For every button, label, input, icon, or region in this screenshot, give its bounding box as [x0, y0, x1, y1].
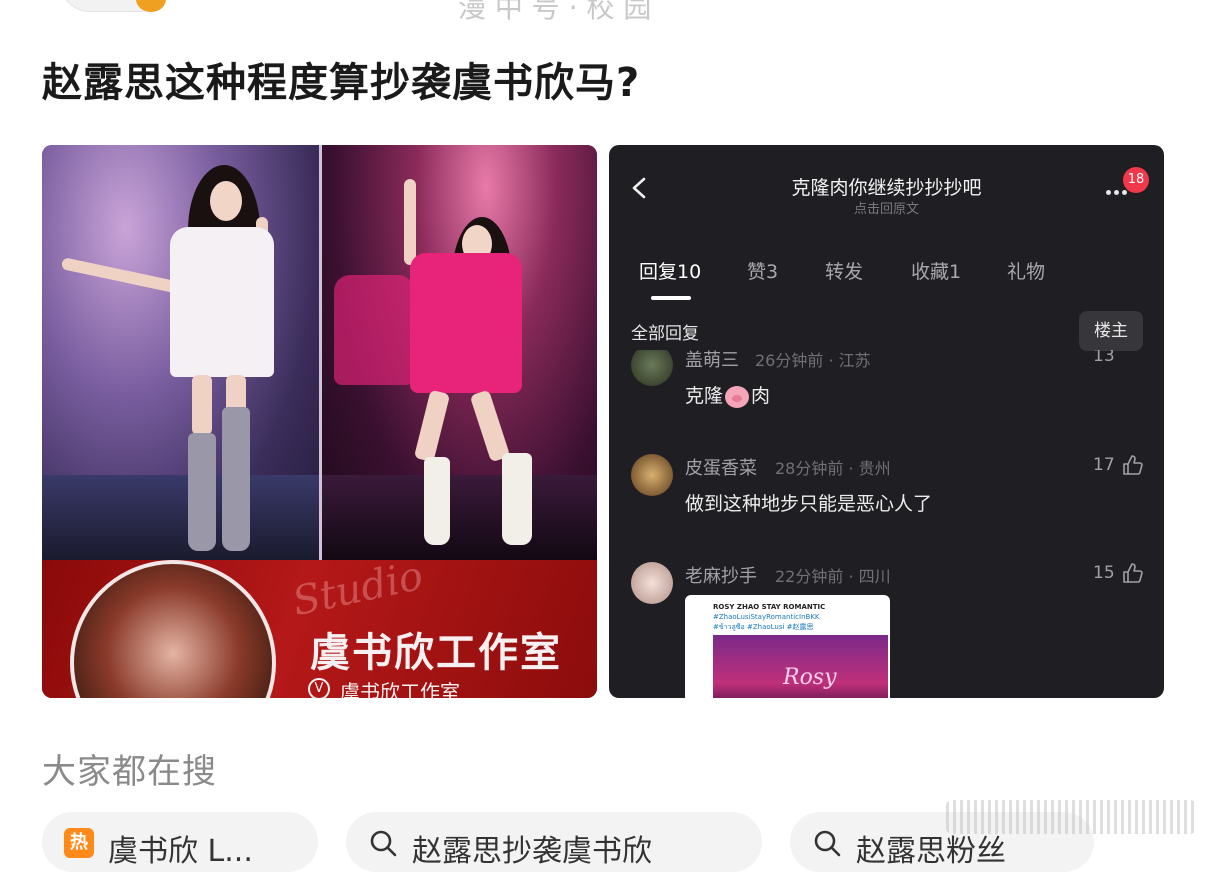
commenter-name: 老麻抄手: [685, 566, 757, 587]
post-image-concert-photos[interactable]: Studio 虞书欣工作室 V 虞书欣工作室: [42, 145, 597, 698]
commenter-avatar: [631, 350, 673, 386]
thumb-hashtag-2: #ข้าวลูซือ #ZhaoLusi #赵露思: [713, 623, 814, 631]
thumb-rosy-text: Rosy: [783, 665, 837, 690]
search-icon: [370, 830, 397, 857]
comment-meta: 28分钟前 · 贵州: [775, 459, 891, 478]
commenter-avatar: [631, 454, 673, 496]
comment-image-attachment: ROSY ZHAO STAY ROMANTIC #ZhaoLusiStayRom…: [685, 595, 890, 698]
stage-floor-left: [42, 475, 320, 560]
thumbs-up-icon: [1123, 455, 1143, 475]
studio-banner: Studio 虞书欣工作室 V 虞书欣工作室: [42, 553, 597, 698]
search-icon: [814, 830, 841, 857]
comment-text-part2: 肉: [751, 385, 771, 407]
verified-icon: V: [308, 678, 330, 698]
post-image-comment-screenshot[interactable]: 克隆肉你继续抄抄抄吧 点击回原文 18 回复10 赞3 转发 收藏1 礼物 全部…: [609, 145, 1164, 698]
hot-badge-icon: 热: [64, 828, 94, 858]
all-replies-label: 全部回复: [631, 324, 699, 344]
owner-only-button: 楼主: [1079, 311, 1143, 351]
search-chip-label: 虞书欣 L...: [108, 834, 253, 869]
thread-tabs: 回复10 赞3 转发 收藏1 礼物: [609, 257, 1164, 297]
trending-searches-heading: 大家都在搜: [42, 752, 217, 792]
search-chip-1[interactable]: 热 虞书欣 L...: [42, 812, 318, 872]
like-count: 15: [1093, 563, 1115, 583]
comment-meta: 22分钟前 · 四川: [775, 567, 891, 586]
photo-divider: [319, 145, 322, 560]
search-chip-2[interactable]: 赵露思抄袭虞书欣: [346, 812, 762, 872]
like-count: 13: [1093, 350, 1115, 366]
tab-reposts: 转发: [825, 261, 864, 283]
watermark: [946, 800, 1196, 834]
comment-text-part1: 克隆: [685, 385, 724, 407]
studio-avatar: [70, 560, 276, 698]
tab-favorites: 收藏1: [911, 261, 962, 283]
tab-replies: 回复10: [639, 261, 702, 283]
commenter-name: 盖萌三: [685, 350, 739, 371]
comment-text: 克隆 肉: [685, 381, 770, 408]
studio-name: 虞书欣工作室: [310, 630, 562, 676]
studio-account-name: 虞书欣工作室: [340, 680, 460, 698]
active-tab-indicator: [651, 296, 691, 300]
thumbs-up-icon: [1123, 563, 1143, 583]
thumb-headline: ROSY ZHAO STAY ROMANTIC: [713, 603, 826, 611]
comment-item: 皮蛋香菜 28分钟前 · 贵州 做到这种地步只能是恶心人了 17: [609, 450, 1164, 530]
notification-badge: 18: [1123, 167, 1149, 193]
thread-subtitle: 点击回原文: [853, 202, 919, 217]
thumb-stage-image: Rosy: [713, 635, 888, 698]
post-title: 赵露思这种程度算抄袭虞书欣马?: [42, 60, 641, 106]
thumb-hashtag-1: #ZhaoLusiStayRomanticInBKK: [713, 613, 820, 621]
tab-gifts: 礼物: [1007, 261, 1046, 283]
thread-title: 克隆肉你继续抄抄抄吧: [791, 177, 982, 199]
like-count: 17: [1093, 455, 1115, 475]
comment-text: 做到这种地步只能是恶心人了: [685, 493, 933, 515]
comment-meta: 26分钟前 · 江苏: [755, 351, 871, 370]
header-partial-text: 漫 中 号 · 校 园: [458, 0, 652, 24]
pig-emoji-icon: [725, 385, 750, 408]
stage-floor-right: [320, 475, 597, 560]
tab-likes: 赞3: [747, 261, 779, 283]
commenter-avatar: [631, 562, 673, 604]
search-chip-label: 赵露思抄袭虞书欣: [412, 834, 652, 869]
commenter-name: 皮蛋香菜: [685, 458, 757, 479]
banner-script-text: Studio: [288, 552, 428, 626]
